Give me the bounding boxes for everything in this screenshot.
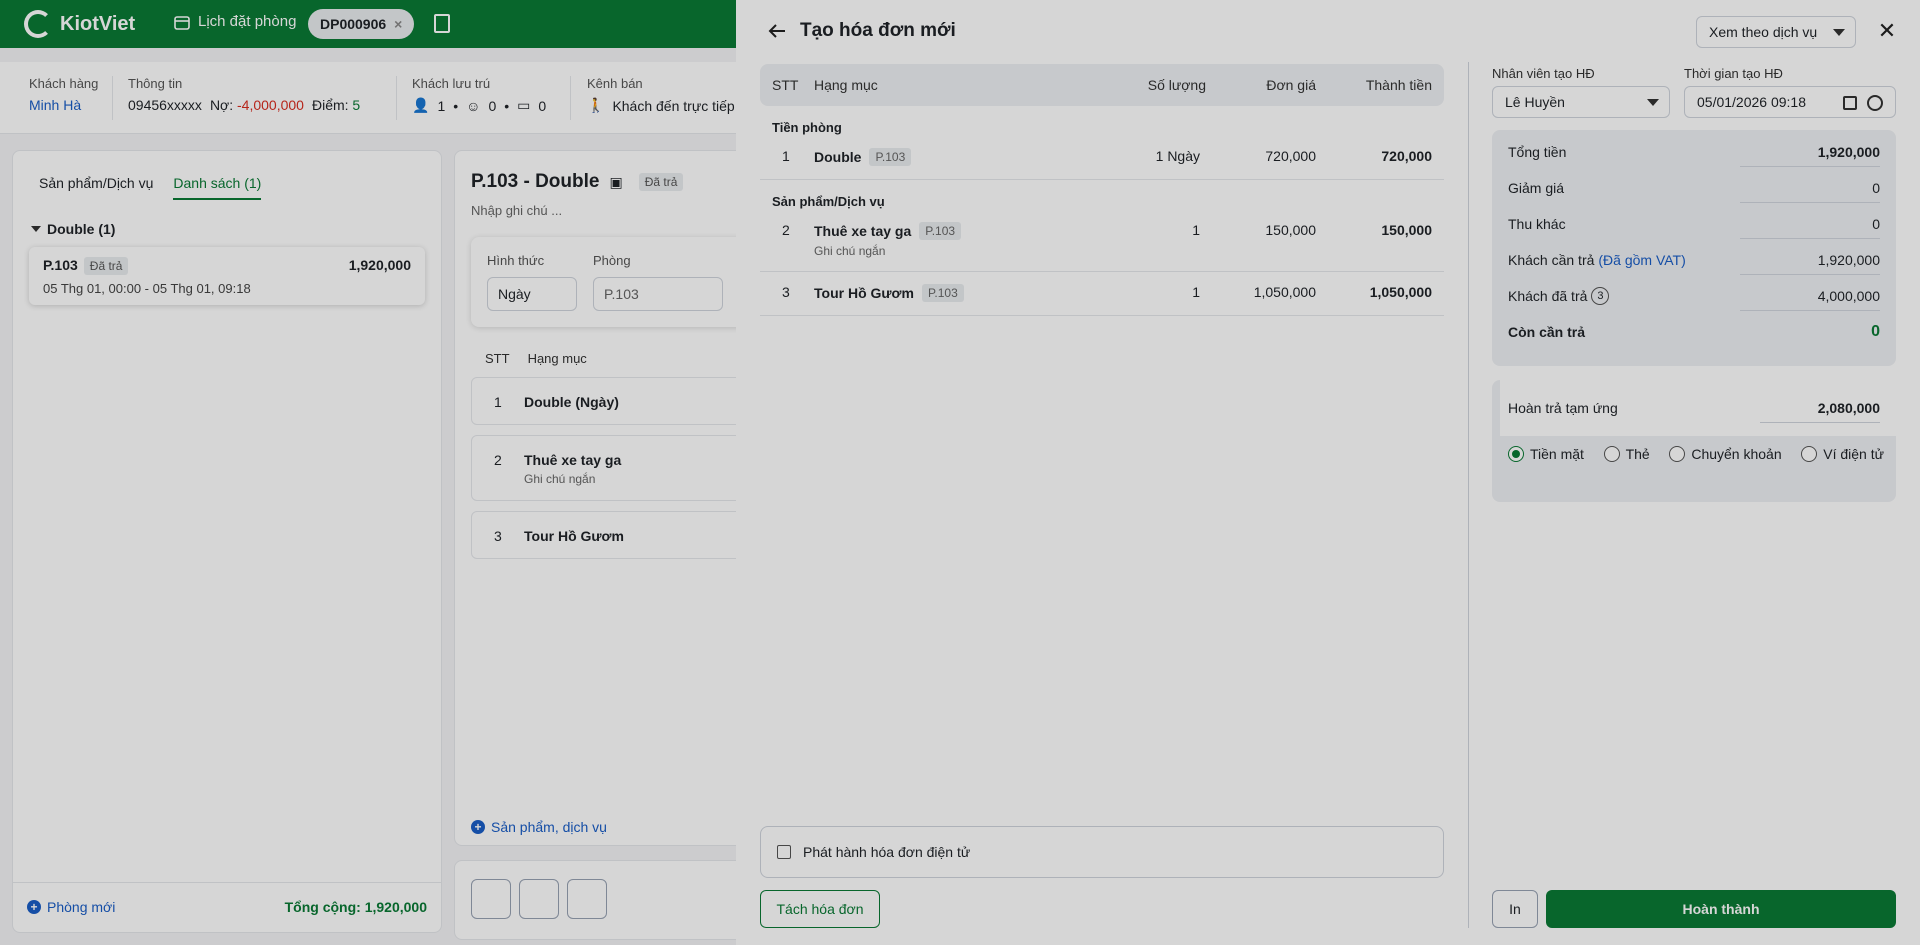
drawer-title: Tạo hóa đơn mới bbox=[800, 20, 956, 41]
payment-count-badge[interactable]: 3 bbox=[1591, 287, 1610, 305]
summary-other-fees[interactable]: Thu khác 0 bbox=[1508, 206, 1880, 242]
summary-total: Tổng tiền 1,920,000 bbox=[1508, 134, 1880, 170]
close-icon[interactable]: ✕ bbox=[1876, 20, 1898, 42]
room-tag: P.103 bbox=[919, 222, 962, 240]
split-invoice-button[interactable]: Tách hóa đơn bbox=[760, 890, 880, 928]
room-tag: P.103 bbox=[869, 148, 912, 166]
chevron-down-icon bbox=[1833, 29, 1845, 36]
payment-ewallet[interactable]: Ví điện tử bbox=[1801, 446, 1884, 462]
summary-amount-paid: Khách đã trả 3 4,000,000 bbox=[1508, 278, 1880, 314]
section-title-room: Tiền phòng bbox=[772, 120, 842, 135]
radio-selected-icon[interactable] bbox=[1508, 446, 1524, 462]
radio-icon[interactable] bbox=[1669, 446, 1686, 462]
radio-icon[interactable] bbox=[1801, 446, 1818, 462]
payment-methods: Tiền mặt Thẻ Chuyển khoản Ví điện tử bbox=[1508, 446, 1884, 462]
table-row[interactable]: 2 Thuê xe tay ga P.103 Ghi chú ngắn 1 150… bbox=[760, 210, 1444, 272]
einvoice-checkbox[interactable] bbox=[777, 845, 791, 859]
clock-icon[interactable] bbox=[1867, 95, 1883, 111]
summary-amount-due: Khách cần trả (Đã gồm VAT) 1,920,000 bbox=[1508, 242, 1880, 278]
payment-summary: Tổng tiền 1,920,000 Giảm giá 0 Thu khác … bbox=[1492, 130, 1896, 366]
staff-select[interactable]: Lê Huyền bbox=[1492, 86, 1670, 118]
radio-icon[interactable] bbox=[1603, 446, 1620, 462]
back-arrow-icon[interactable] bbox=[766, 20, 788, 42]
room-tag: P.103 bbox=[921, 284, 964, 302]
create-invoice-drawer: Tạo hóa đơn mới Xem theo dịch vụ ✕ STT H… bbox=[736, 0, 1920, 945]
table-header: STT Hạng mục Số lượng Đơn giá Thành tiền bbox=[760, 64, 1444, 106]
print-button[interactable]: In bbox=[1492, 890, 1538, 928]
payment-transfer[interactable]: Chuyển khoản bbox=[1669, 446, 1782, 462]
invoice-items-table: STT Hạng mục Số lượng Đơn giá Thành tiền… bbox=[760, 64, 1444, 316]
summary-discount[interactable]: Giảm giá 0 bbox=[1508, 170, 1880, 206]
einvoice-option[interactable]: Phát hành hóa đơn điện tử bbox=[760, 826, 1444, 878]
table-row[interactable]: 3 Tour Hồ Gươm P.103 1 1,050,000 1,050,00… bbox=[760, 272, 1444, 316]
table-row[interactable]: 1 Double P.103 1 Ngày 720,000 720,000 bbox=[760, 136, 1444, 180]
vat-note[interactable]: (Đã gồm VAT) bbox=[1598, 252, 1685, 268]
view-mode-select[interactable]: Xem theo dịch vụ bbox=[1696, 16, 1856, 48]
payment-cash[interactable]: Tiền mặt bbox=[1508, 446, 1584, 462]
summary-remaining: Còn cần trả 0 bbox=[1508, 323, 1880, 340]
complete-button[interactable]: Hoàn thành bbox=[1546, 890, 1896, 928]
payment-card[interactable]: Thẻ bbox=[1603, 446, 1650, 462]
refund-section: Hoàn trả tạm ứng 2,080,000 Tiền mặt Thẻ … bbox=[1492, 380, 1896, 502]
refund-row: Hoàn trả tạm ứng 2,080,000 bbox=[1500, 380, 1896, 436]
calendar-icon[interactable] bbox=[1843, 96, 1857, 110]
chevron-down-icon bbox=[1647, 99, 1659, 106]
invoice-time-input[interactable]: 05/01/2026 09:18 bbox=[1684, 86, 1896, 118]
refund-amount[interactable]: 2,080,000 bbox=[1760, 394, 1880, 423]
divider bbox=[1468, 62, 1469, 928]
section-title-services: Sản phẩm/Dịch vụ bbox=[772, 194, 885, 209]
